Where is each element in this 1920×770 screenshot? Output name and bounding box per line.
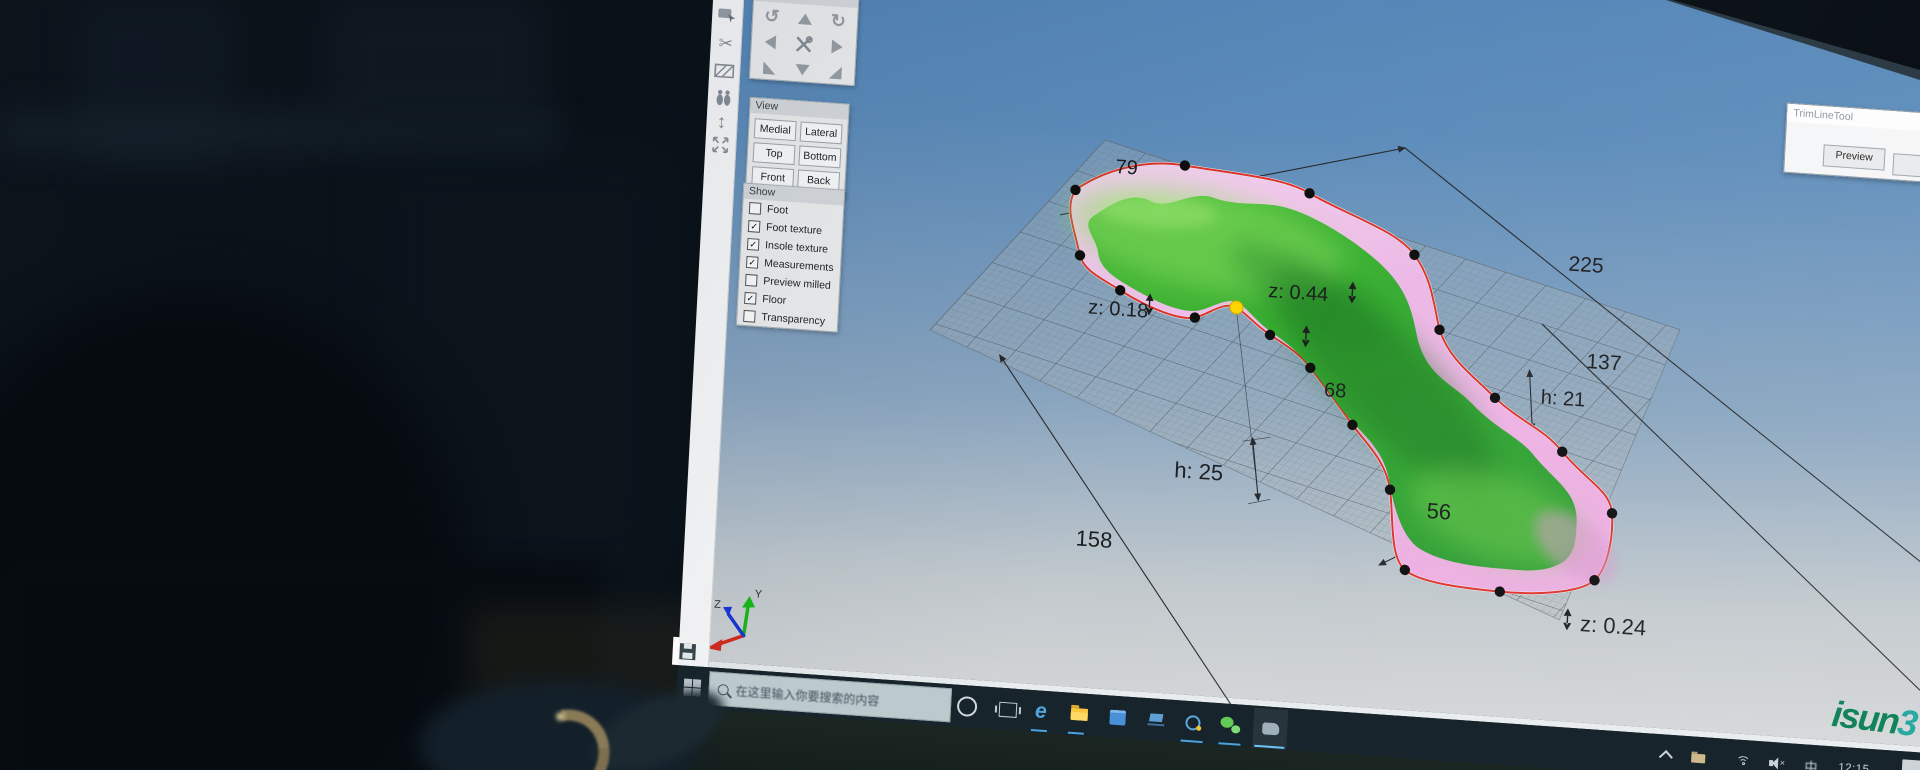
search-icon [717,683,729,695]
laptop-app-icon[interactable] [1142,698,1170,742]
background-window-glow [330,0,540,130]
wechat-icon[interactable] [1216,703,1244,747]
ime-indicator[interactable]: 中 [1799,744,1823,770]
tray-clock[interactable]: 12:15 [1831,746,1877,770]
ring [500,691,628,770]
wifi-icon[interactable] [1731,739,1755,770]
background-wall-band [0,112,560,152]
hand [420,680,700,770]
person-shoulder [0,560,600,770]
search-placeholder: 在这里输入你要搜索的内容 [735,682,880,709]
active-cad-app-icon[interactable] [1252,708,1288,750]
start-button[interactable] [678,665,706,709]
tray-folder-icon[interactable] [1687,736,1709,770]
photo-of-monitor: X Y Z 79 225 137 h: 21 z: 0.44 z: 0.18 6… [0,0,1920,770]
tray-chevron-up-icon[interactable] [1657,734,1677,770]
monitor-screen: X Y Z 79 225 137 h: 21 z: 0.44 z: 0.18 6… [670,0,1920,770]
cortana-icon[interactable] [953,685,981,729]
person-silhouette [0,290,470,770]
ring-glint [556,712,565,721]
show-desktop-button[interactable] [1901,759,1920,770]
task-view-icon[interactable] [993,687,1023,731]
file-explorer-icon[interactable] [1065,692,1093,736]
background-mid [380,150,670,580]
speaker-muted-icon[interactable]: × [1765,742,1789,770]
edge-icon[interactable]: e [1027,690,1055,734]
blue-app-icon[interactable] [1104,695,1132,739]
screen-glare [670,0,1920,770]
qq-browser-icon[interactable] [1178,700,1206,744]
desk-wood [468,606,698,721]
background-column [80,0,230,170]
